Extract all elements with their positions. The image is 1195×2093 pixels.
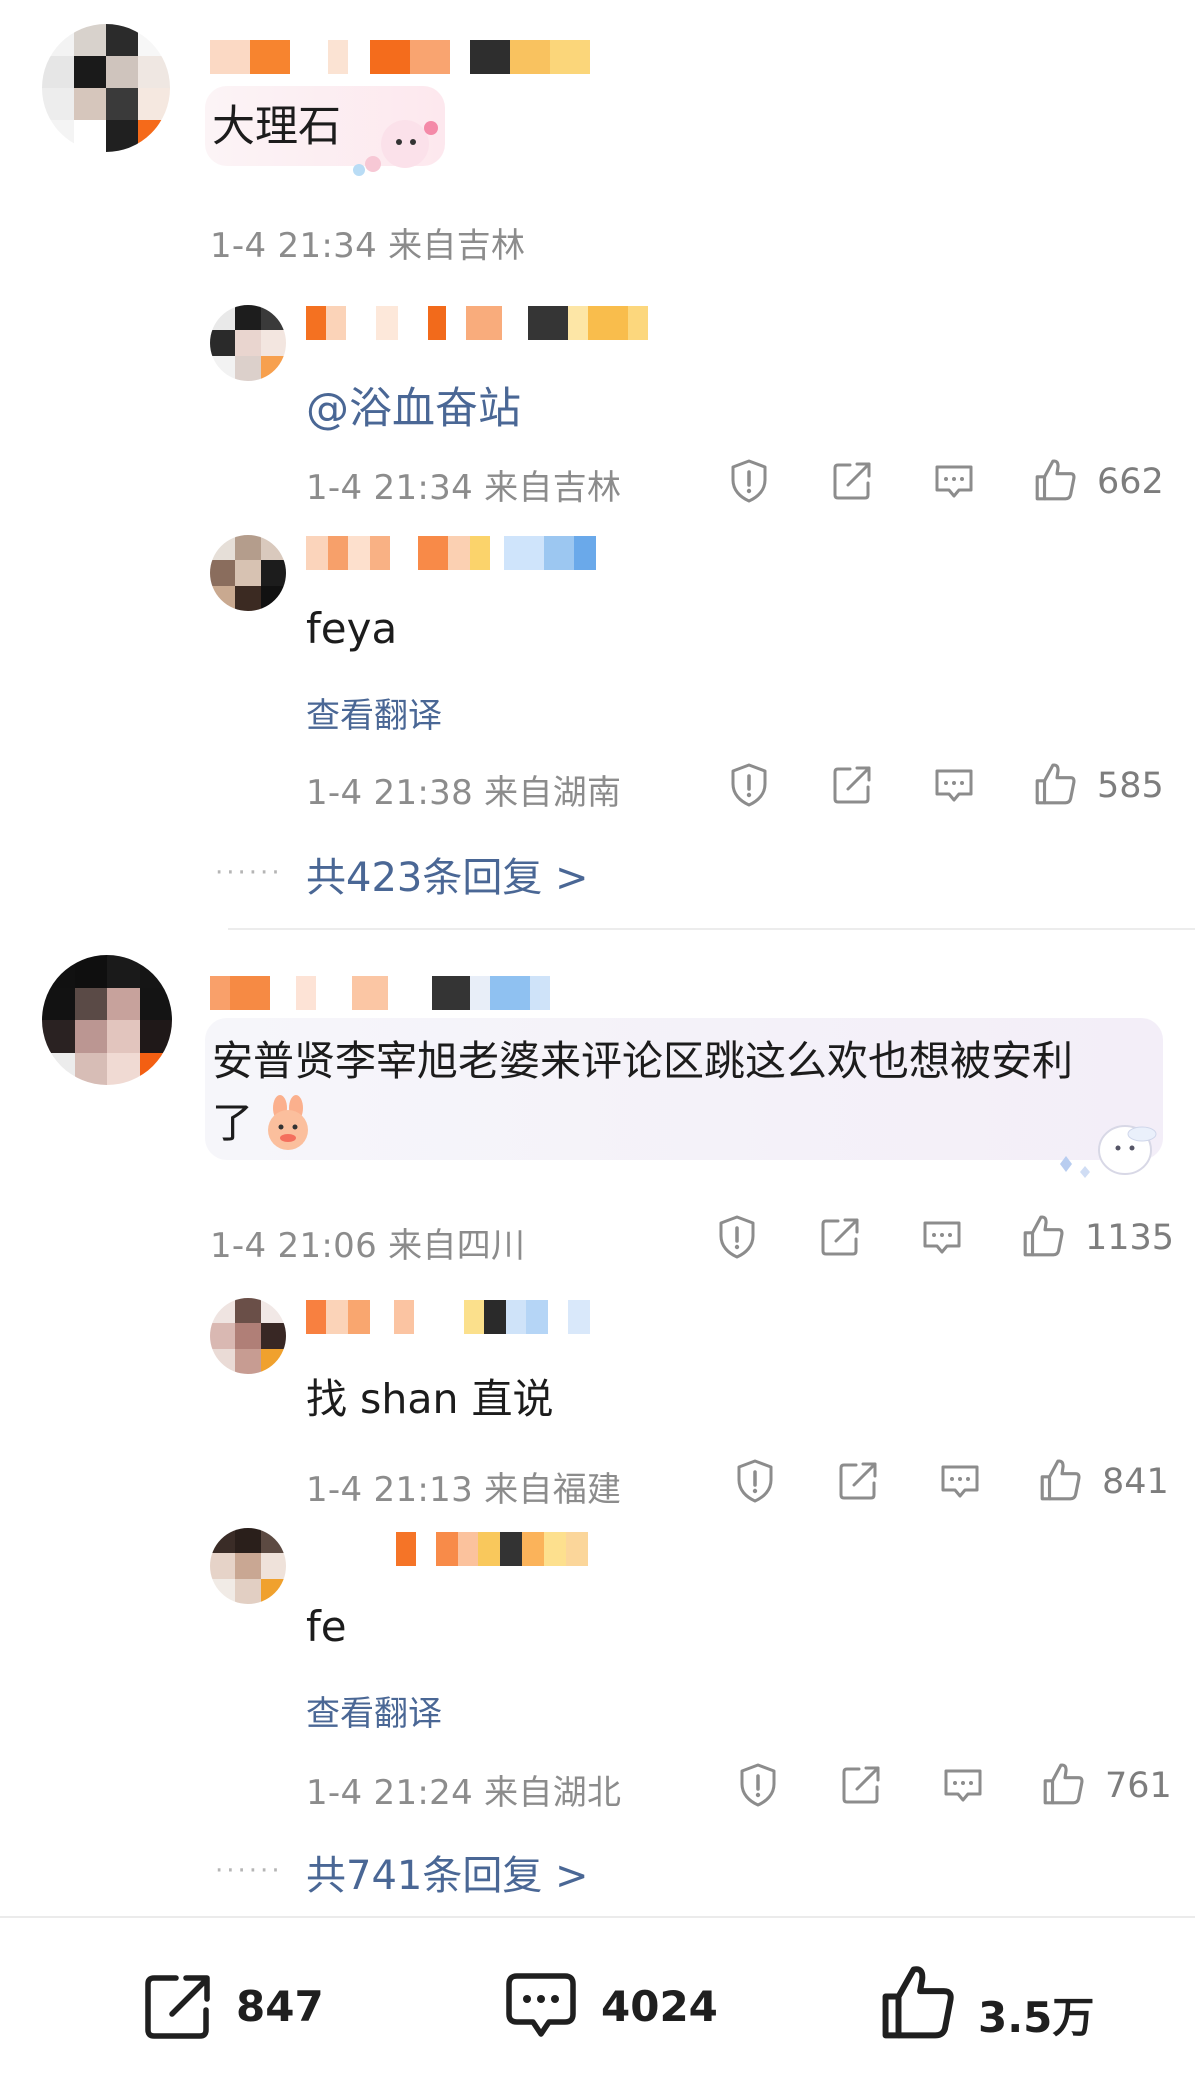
like-button[interactable]: 3.5万 bbox=[878, 1962, 1118, 2048]
reply-text: fe bbox=[306, 1602, 347, 1651]
comment-meta: 1-4 21:06 来自四川 bbox=[210, 1226, 526, 1266]
comment-count: 4024 bbox=[601, 1982, 718, 2031]
dots-separator: ······ bbox=[215, 1856, 283, 1886]
bunny-emoji bbox=[258, 1094, 318, 1154]
report-icon[interactable] bbox=[714, 1214, 760, 1260]
like-count: 841 bbox=[1102, 1462, 1169, 1502]
username-redacted[interactable] bbox=[306, 1300, 616, 1334]
avatar[interactable] bbox=[42, 955, 172, 1085]
username-redacted[interactable] bbox=[306, 306, 686, 340]
reply-text: 找 shan 直说 bbox=[306, 1375, 554, 1423]
repost-button[interactable]: 847 bbox=[140, 1968, 340, 2048]
comment-bubble-icon bbox=[503, 1968, 579, 2044]
report-icon[interactable] bbox=[732, 1458, 778, 1504]
avatar[interactable] bbox=[42, 24, 170, 152]
like-icon[interactable] bbox=[1040, 1760, 1088, 1808]
comment-icon[interactable] bbox=[931, 762, 977, 808]
comment-text: 大理石 bbox=[212, 102, 341, 152]
report-icon[interactable] bbox=[726, 762, 772, 808]
report-icon[interactable] bbox=[726, 458, 772, 504]
avatar[interactable] bbox=[210, 1298, 286, 1374]
share-icon[interactable] bbox=[817, 1214, 863, 1260]
username-redacted[interactable] bbox=[210, 40, 590, 74]
reply-meta: 1-4 21:34 来自吉林 bbox=[306, 468, 622, 508]
like-icon[interactable] bbox=[1020, 1212, 1068, 1260]
melody-sticker bbox=[343, 112, 453, 182]
username-redacted[interactable] bbox=[210, 976, 570, 1010]
like-total: 3.5万 bbox=[978, 1993, 1095, 2042]
like-count: 585 bbox=[1097, 766, 1164, 806]
avatar[interactable] bbox=[210, 305, 286, 381]
like-count: 761 bbox=[1105, 1766, 1172, 1806]
thumbs-up-icon bbox=[878, 1962, 960, 2044]
avatar[interactable] bbox=[210, 1528, 286, 1604]
report-icon[interactable] bbox=[735, 1762, 781, 1808]
share-icon[interactable] bbox=[838, 1762, 884, 1808]
bottom-action-bar: 847 4024 3.5万 bbox=[0, 1916, 1195, 2093]
dots-separator: ······ bbox=[215, 858, 283, 888]
reply-meta: 1-4 21:13 来自福建 bbox=[306, 1470, 622, 1510]
like-icon[interactable] bbox=[1032, 760, 1080, 808]
comment-icon[interactable] bbox=[937, 1458, 983, 1504]
avatar[interactable] bbox=[210, 535, 286, 611]
comment-text-line2: 了 bbox=[212, 1099, 253, 1147]
like-count: 1135 bbox=[1085, 1218, 1175, 1258]
like-icon[interactable] bbox=[1032, 456, 1080, 504]
comment-icon[interactable] bbox=[931, 458, 977, 504]
more-replies-link[interactable]: 共741条回复 > bbox=[306, 1843, 589, 1901]
reply-meta: 1-4 21:24 来自湖北 bbox=[306, 1773, 622, 1813]
reply-meta: 1-4 21:38 来自湖南 bbox=[306, 773, 622, 813]
more-replies-link[interactable]: 共423条回复 > bbox=[306, 845, 589, 903]
share-icon[interactable] bbox=[829, 458, 875, 504]
comment-meta: 1-4 21:34 来自吉林 bbox=[210, 226, 526, 266]
cinnamoroll-sticker bbox=[1030, 1098, 1180, 1188]
username-redacted[interactable] bbox=[306, 1532, 616, 1566]
comment-icon[interactable] bbox=[940, 1762, 986, 1808]
username-redacted[interactable] bbox=[306, 536, 616, 570]
reply-text: feya bbox=[306, 604, 398, 653]
repost-count: 847 bbox=[236, 1982, 324, 2031]
share-icon[interactable] bbox=[829, 762, 875, 808]
mention-link[interactable]: @浴血奋站 bbox=[306, 374, 521, 436]
divider bbox=[228, 928, 1195, 930]
comment-text-line1: 安普贤李宰旭老婆来评论区跳这么欢也想被安利 bbox=[212, 1037, 1073, 1085]
comment-button[interactable]: 4024 bbox=[503, 1968, 743, 2048]
translate-link[interactable]: 查看翻译 bbox=[306, 1686, 442, 1735]
like-count: 662 bbox=[1097, 462, 1164, 502]
comment-icon[interactable] bbox=[919, 1214, 965, 1260]
repost-icon bbox=[140, 1968, 216, 2044]
share-icon[interactable] bbox=[835, 1458, 881, 1504]
like-icon[interactable] bbox=[1037, 1456, 1085, 1504]
translate-link[interactable]: 查看翻译 bbox=[306, 688, 442, 737]
